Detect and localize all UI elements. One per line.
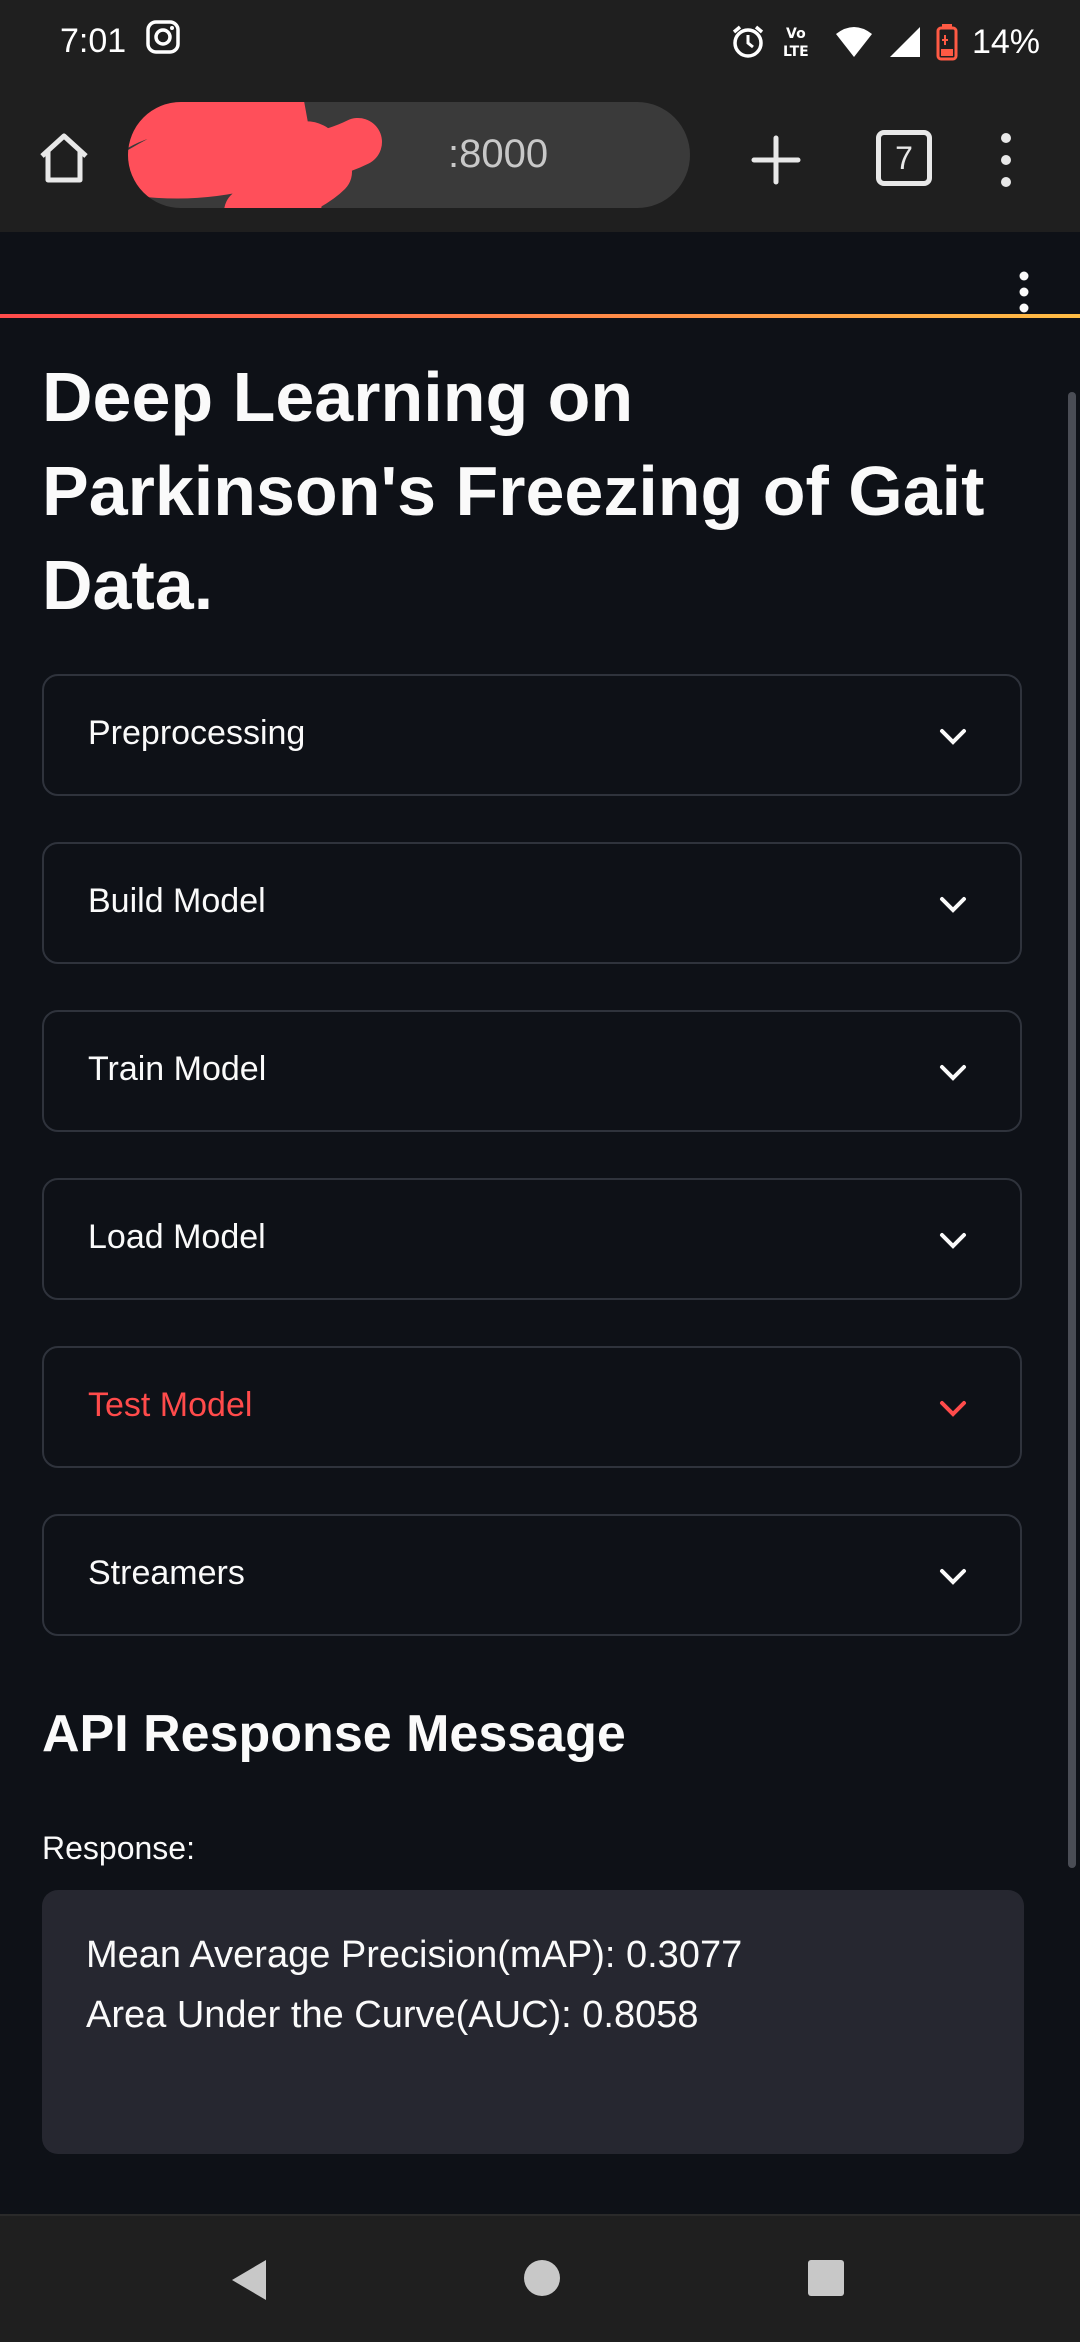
home-icon[interactable] xyxy=(32,126,96,190)
redaction-scribble xyxy=(128,102,382,208)
expander-load-model[interactable]: Load Model xyxy=(42,1178,1022,1300)
expander-preprocessing[interactable]: Preprocessing xyxy=(42,674,1022,796)
instagram-icon xyxy=(146,20,180,54)
new-tab-icon[interactable] xyxy=(744,128,808,192)
page-scrollbar[interactable] xyxy=(1068,392,1076,1868)
expander-label: Preprocessing xyxy=(88,714,306,752)
response-label: Response: xyxy=(42,1830,195,1866)
cellular-signal-icon xyxy=(889,27,920,57)
response-map-line: Mean Average Precision(mAP): 0.3077 xyxy=(86,1934,743,1976)
expander-train-model[interactable]: Train Model xyxy=(42,1010,1022,1132)
expander-test-model[interactable]: Test Model xyxy=(42,1346,1022,1468)
volte-icon: Vo LTE xyxy=(783,26,809,60)
browser-menu-icon[interactable] xyxy=(990,128,1022,192)
svg-text:LTE: LTE xyxy=(783,44,809,60)
chevron-down-icon xyxy=(940,897,966,913)
chevron-down-icon xyxy=(940,1401,966,1417)
expander-label: Build Model xyxy=(88,882,266,920)
browser-toolbar: :8000 7 xyxy=(0,86,1080,318)
home-nav-icon[interactable] xyxy=(522,2258,562,2298)
chevron-down-icon xyxy=(940,1569,966,1585)
wifi-icon xyxy=(835,27,872,57)
svg-text:Vo: Vo xyxy=(786,26,806,42)
battery-icon xyxy=(936,24,958,61)
status-bar: 7:01 Vo LTE 14% xyxy=(0,0,1080,86)
header-accent-line xyxy=(0,314,1080,318)
back-icon[interactable] xyxy=(226,2256,270,2304)
app-menu-icon[interactable] xyxy=(1012,270,1036,314)
recent-apps-icon[interactable] xyxy=(806,2258,846,2298)
alarm-icon xyxy=(732,25,764,58)
expander-label: Streamers xyxy=(88,1554,245,1592)
expander-streamers[interactable]: Streamers xyxy=(42,1514,1022,1636)
section-heading: API Response Message xyxy=(42,1705,626,1763)
system-navigation-bar xyxy=(0,2214,1080,2342)
chevron-down-icon xyxy=(940,1065,966,1081)
chevron-down-icon xyxy=(940,729,966,745)
battery-percentage: 14% xyxy=(971,22,1040,61)
address-bar[interactable]: :8000 xyxy=(128,102,690,208)
expander-label: Load Model xyxy=(88,1218,266,1256)
expander-label: Train Model xyxy=(88,1050,267,1088)
page-title: Deep Learning on Parkinson's Freezing of… xyxy=(42,358,985,624)
response-box: Mean Average Precision(mAP): 0.3077 Area… xyxy=(42,1890,1024,2154)
status-icons: Vo LTE 14% xyxy=(730,18,1040,66)
tab-switcher-button[interactable]: 7 xyxy=(876,130,932,186)
chevron-down-icon xyxy=(940,1233,966,1249)
expander-label: Test Model xyxy=(88,1386,253,1424)
response-auc-line: Area Under the Curve(AUC): 0.8058 xyxy=(86,1994,699,2036)
status-time: 7:01 xyxy=(60,22,127,60)
expander-build-model[interactable]: Build Model xyxy=(42,842,1022,964)
